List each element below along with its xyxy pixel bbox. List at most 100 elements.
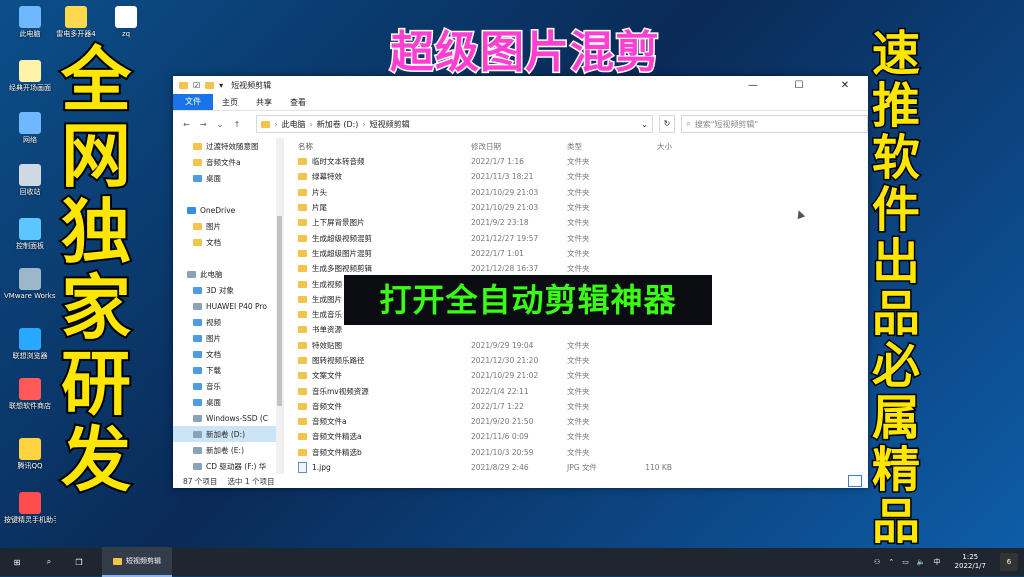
desktop-icon[interactable]: 雷电多开器4 [50,6,102,39]
nav-scrollbar[interactable] [276,138,283,474]
nav-item[interactable]: 桌面 [173,394,283,410]
file-name-cell: 图转视频乐路径 [298,355,471,366]
nav-item[interactable]: OneDrive [173,202,283,218]
maximize-button[interactable]: ☐ [776,80,822,91]
address-dropdown-icon[interactable]: ⌄ [641,120,648,129]
back-arrow-icon[interactable]: ← [181,120,192,129]
forward-arrow-icon[interactable]: → [198,120,209,129]
top-banner: 超级图片混剪 [389,26,661,80]
file-icon [115,6,137,28]
address-bar[interactable]: › 此电脑 › 新加卷 (D:) › 短视频剪辑 ⌄ [256,115,653,133]
folder-icon [298,265,307,273]
details-view-icon[interactable] [848,475,862,487]
folder-icon [193,158,202,166]
file-row[interactable]: 音频文件 2022/1/7 1:22 文件夹 [284,399,868,414]
nav-item[interactable]: 新加卷 (D:) [173,426,283,442]
file-row[interactable]: 生成超级图片混剪 2022/1/7 1:01 文件夹 [284,246,868,261]
window-title: 短视频剪辑 [231,80,272,90]
file-row[interactable]: 文案文件 2021/10/29 21:02 文件夹 [284,368,868,383]
nav-item[interactable]: 视频 [173,314,283,330]
chevron-up-icon[interactable]: ⌃ [888,558,894,566]
quick-access-dropdown-icon[interactable]: ▾ [219,81,223,90]
file-type: 文件夹 [567,417,590,427]
nav-item[interactable]: 音乐 [173,378,283,394]
breadcrumb-item[interactable]: 短视频剪辑 [370,119,410,130]
file-row[interactable]: 片尾 2021/10/29 21:03 文件夹 [284,200,868,215]
task-view-icon: ❐ [75,557,83,567]
file-type: 文件夹 [567,187,590,197]
nav-item[interactable]: 桌面 [173,170,283,186]
clock[interactable]: 1:25 2022/1/7 [949,553,992,571]
nav-item[interactable]: 下载 [173,362,283,378]
start-button[interactable]: ⊞ [0,548,34,576]
volume-icon[interactable]: 🔈 [917,558,926,566]
file-row[interactable]: 图转视频乐路径 2021/12/30 21:20 文件夹 [284,353,868,368]
qq-icon [19,438,41,460]
file-name-cell: 1.jpg [298,462,471,474]
folder-icon [298,158,307,166]
nav-item[interactable]: Windows-SSD (C [173,410,283,426]
nav-item[interactable]: 新加卷 (E:) [173,442,283,458]
breadcrumb-item[interactable]: 新加卷 (D:) [317,119,359,130]
file-row[interactable]: 音乐mv视频资源 2022/1/4 22:11 文件夹 [284,383,868,398]
file-row[interactable]: 上下屏背景图片 2021/9/2 23:18 文件夹 [284,215,868,230]
taskbar-explorer-item[interactable]: 短视频剪辑 [102,547,172,577]
minimize-button[interactable]: — [730,80,776,91]
folder-icon [179,81,188,89]
search-input[interactable]: ⌕ 搜索"短视频剪辑" [681,115,868,133]
column-date[interactable]: 修改日期 [471,141,567,152]
folder-icon [261,120,271,128]
desktop-icon[interactable]: zq [100,6,152,39]
nav-item-label: 过渡特效随意图 [206,141,259,151]
nav-item[interactable]: HUAWEI P40 Pro [173,298,283,314]
taskbar-search-button[interactable]: ⌕ [34,548,64,576]
file-row[interactable]: 音频文件精选b 2021/10/3 20:59 文件夹 [284,445,868,460]
task-view-button[interactable]: ❐ [64,548,94,576]
nav-item[interactable]: 3D 对象 [173,282,283,298]
column-size[interactable]: 大小 [627,141,672,152]
file-row[interactable]: 绿幕特效 2021/11/3 18:21 文件夹 [284,169,868,184]
navigation-pane: 过渡特效随意图 音频文件a 桌面 OneDrive 图片 文档 此电脑 3D 对象 HUAWEI… [173,138,284,488]
file-name-cell: 音频文件精选b [298,447,471,458]
file-name: 生成图片 [312,294,342,304]
file-row[interactable]: 音频文件a 2021/9/20 21:50 文件夹 [284,414,868,429]
file-row[interactable]: 临时文本转音频 2022/1/7 1:16 文件夹 [284,154,868,169]
nav-item[interactable]: 图片 [173,218,283,234]
tab-file[interactable]: 文件 [173,94,213,110]
phone-icon [193,302,202,310]
nav-item-label: CD 驱动器 (F:) 华 [206,461,267,471]
breadcrumb-item[interactable]: 此电脑 [282,119,306,130]
file-row[interactable]: 生成超级视频混剪 2021/12/27 19:57 文件夹 [284,230,868,245]
recent-dropdown-icon[interactable]: ⌄ [215,120,226,129]
file-row[interactable]: 1.jpg 2021/8/29 2:46 JPG 文件 110 KB [284,460,868,475]
file-name-cell: 特效贴图 [298,340,471,351]
quick-access-check-icon[interactable]: ☑ [193,81,200,90]
desktop-icon[interactable]: 此电脑 [4,6,56,39]
vmware-icon [19,268,41,290]
notification-button[interactable]: 6 [1000,553,1018,571]
nav-item[interactable]: 过渡特效随意图 [173,138,283,154]
tray-app-icon[interactable]: ⚇ [874,558,880,566]
nav-item[interactable]: 音频文件a [173,154,283,170]
nav-item[interactable]: 图片 [173,330,283,346]
refresh-icon[interactable]: ↻ [658,115,676,133]
nav-item[interactable]: 文档 [173,234,283,250]
up-arrow-icon[interactable]: ↑ [232,120,243,129]
tab-view[interactable]: 查看 [281,97,315,108]
close-button[interactable]: ✕ [822,80,868,91]
nav-item[interactable]: CD 驱动器 (F:) 华 [173,458,283,474]
column-name[interactable]: 名称 [298,141,471,152]
file-row[interactable]: 片头 2021/10/29 21:03 文件夹 [284,185,868,200]
file-row[interactable]: 特效贴图 2021/9/29 19:04 文件夹 [284,338,868,353]
tab-share[interactable]: 共享 [247,97,281,108]
ime-icon[interactable]: 中 [934,557,941,567]
nav-item[interactable]: 文档 [173,346,283,362]
download-icon [193,366,202,374]
tab-home[interactable]: 主页 [213,97,247,108]
column-type[interactable]: 类型 [567,141,627,152]
nav-item-label: 视频 [206,317,221,327]
file-name: 临时文本转音频 [312,157,365,167]
file-row[interactable]: 音频文件精选a 2021/11/6 0:09 文件夹 [284,429,868,444]
network-icon[interactable]: ▭ [902,558,909,566]
nav-item[interactable]: 此电脑 [173,266,283,282]
